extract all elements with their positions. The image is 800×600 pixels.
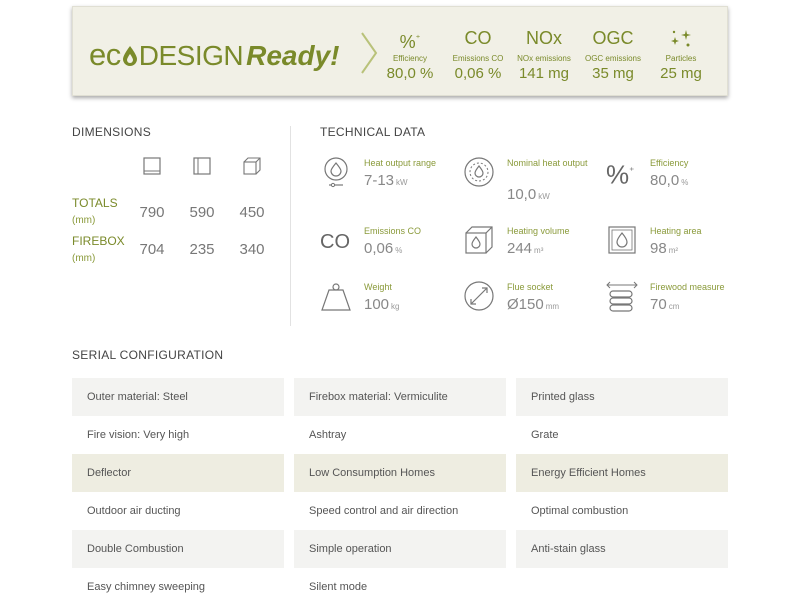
weight-icon bbox=[321, 283, 351, 311]
front-view-icon bbox=[143, 157, 161, 175]
eco-metric-efficiency: %⁺ Efficiency 80,0 % bbox=[375, 25, 445, 82]
config-item: Outdoor air ducting bbox=[87, 505, 181, 517]
config-item: Deflector bbox=[72, 454, 284, 492]
tech-heat-output-range: Heat output range 7-13 kW bbox=[320, 156, 460, 216]
config-item: Printed glass bbox=[516, 378, 728, 416]
serial-configuration-title: SERIAL CONFIGURATION bbox=[72, 348, 224, 362]
config-item: Double Combustion bbox=[72, 530, 284, 568]
tech-weight: Weight 100 kg bbox=[320, 280, 460, 340]
eco-metric-value: 0,06 % bbox=[454, 65, 502, 82]
dim-firebox-width: 235 bbox=[189, 241, 215, 258]
tech-value: 0,06% bbox=[364, 240, 403, 257]
tech-label: Nominal heat output bbox=[507, 158, 588, 168]
eco-metric-particles: Particles 25 mg bbox=[646, 25, 716, 82]
nox-symbol: NOx bbox=[526, 28, 562, 48]
tech-value: 80,0% bbox=[650, 172, 689, 189]
tech-value: Ø150 mm bbox=[507, 296, 560, 313]
tech-value: 70 cm bbox=[650, 296, 680, 313]
technical-data-title: TECHNICAL DATA bbox=[320, 125, 426, 139]
dim-firebox-depth: 340 bbox=[239, 241, 265, 258]
percent-icon: %⁺ bbox=[399, 32, 421, 52]
tech-heating-volume: Heating volume 244 m³ bbox=[463, 224, 603, 284]
depth-cube-icon bbox=[243, 157, 261, 175]
dim-firebox-label: FIREBOX bbox=[72, 234, 125, 248]
config-item: Ashtray bbox=[309, 429, 347, 441]
dim-totals-depth: 450 bbox=[239, 204, 265, 221]
config-item: Optimal combustion bbox=[531, 505, 629, 517]
eco-metric-co: CO Emissions CO 0,06 % bbox=[443, 25, 513, 82]
tech-label: Heat output range bbox=[364, 158, 437, 168]
tech-value: 244 m³ bbox=[507, 240, 544, 257]
section-divider bbox=[290, 126, 291, 326]
tech-value: 100 kg bbox=[364, 296, 400, 313]
dim-firebox-height: 704 bbox=[139, 241, 165, 258]
config-item: Simple operation bbox=[294, 530, 506, 568]
eco-metric-label: Emissions CO bbox=[452, 54, 504, 63]
eco-metric-value: 141 mg bbox=[518, 65, 570, 82]
ecodesign-banner: ec DESIGN Ready! %⁺ Efficiency 80,0 % CO… bbox=[72, 6, 728, 96]
logo-eco-text: ec bbox=[89, 37, 121, 72]
config-item: Easy chimney sweeping bbox=[87, 581, 206, 593]
tech-label: Heating volume bbox=[507, 226, 570, 236]
config-item: Anti-stain glass bbox=[516, 530, 728, 568]
flame-gauge-icon bbox=[464, 157, 494, 187]
logo-design-text: DESIGN bbox=[138, 40, 244, 71]
dimensions-title: DIMENSIONS bbox=[72, 125, 152, 139]
tech-label: Weight bbox=[364, 282, 392, 292]
diameter-icon bbox=[464, 281, 494, 311]
tech-label: Flue socket bbox=[507, 282, 554, 292]
tech-emissions-co: CO Emissions CO 0,06% bbox=[320, 224, 460, 284]
eco-metric-value: 80,0 % bbox=[386, 65, 434, 82]
config-item: Fire vision: Very high bbox=[87, 429, 190, 441]
heat-output-icon bbox=[324, 157, 348, 188]
tech-efficiency: %⁺ Efficiency 80,0% bbox=[606, 156, 746, 216]
config-item: Grate bbox=[531, 429, 559, 441]
eco-metric-label: OGC emissions bbox=[584, 54, 641, 63]
config-item: Silent mode bbox=[309, 581, 368, 593]
eco-metric-label: NOx emissions bbox=[517, 54, 571, 63]
eco-metric-nox: NOx NOx emissions 141 mg bbox=[509, 25, 579, 82]
tech-value: 98 m² bbox=[650, 240, 679, 257]
eco-metric-ogc: OGC OGC emissions 35 mg bbox=[578, 25, 648, 82]
dim-totals-width: 590 bbox=[189, 204, 215, 221]
tech-label: Heating area bbox=[650, 226, 702, 236]
percent-icon: %⁺ bbox=[606, 159, 635, 190]
eco-metric-value: 25 mg bbox=[660, 65, 702, 82]
logo-ready-text: Ready! bbox=[246, 40, 340, 71]
dim-totals-label: TOTALS bbox=[72, 196, 118, 210]
tech-firewood-measure: Firewood measure 70 cm bbox=[606, 280, 746, 340]
tech-value: 10,0 kW bbox=[507, 186, 550, 203]
square-flame-icon bbox=[608, 226, 636, 254]
eco-metric-label: Particles bbox=[665, 54, 697, 63]
ecodesign-ready-logo: ec DESIGN Ready! bbox=[89, 37, 340, 72]
dim-totals-height: 790 bbox=[139, 204, 165, 221]
tech-label: Efficiency bbox=[650, 158, 689, 168]
co-symbol: CO bbox=[464, 28, 492, 48]
tech-flue-socket: Flue socket Ø150 mm bbox=[463, 280, 603, 340]
side-view-icon bbox=[193, 157, 211, 175]
ogc-symbol: OGC bbox=[592, 28, 634, 48]
sparkle-icon bbox=[646, 25, 716, 51]
config-item: Outer material: Steel bbox=[72, 378, 284, 416]
tech-heating-area: Heating area 98 m² bbox=[606, 224, 746, 284]
drop-icon bbox=[122, 46, 137, 66]
dim-firebox-unit: (mm) bbox=[72, 253, 96, 264]
tech-nominal-heat-output: Nominal heat output 10,0 kW bbox=[463, 156, 603, 216]
config-item: Firebox material: Vermiculite bbox=[294, 378, 506, 416]
config-item: Low Consumption Homes bbox=[294, 454, 506, 492]
tech-value: 7-13 kW bbox=[364, 172, 408, 189]
config-item: Energy Efficient Homes bbox=[516, 454, 728, 492]
dim-totals-unit: (mm) bbox=[72, 215, 96, 226]
tech-label: Emissions CO bbox=[364, 226, 422, 236]
config-item: Speed control and air direction bbox=[309, 505, 459, 517]
tech-label: Firewood measure bbox=[650, 282, 725, 292]
firewood-icon bbox=[606, 281, 638, 312]
eco-metric-label: Efficiency bbox=[392, 54, 428, 63]
eco-metric-value: 35 mg bbox=[592, 65, 634, 82]
cube-flame-icon bbox=[465, 226, 493, 254]
co-icon: CO bbox=[320, 231, 350, 253]
